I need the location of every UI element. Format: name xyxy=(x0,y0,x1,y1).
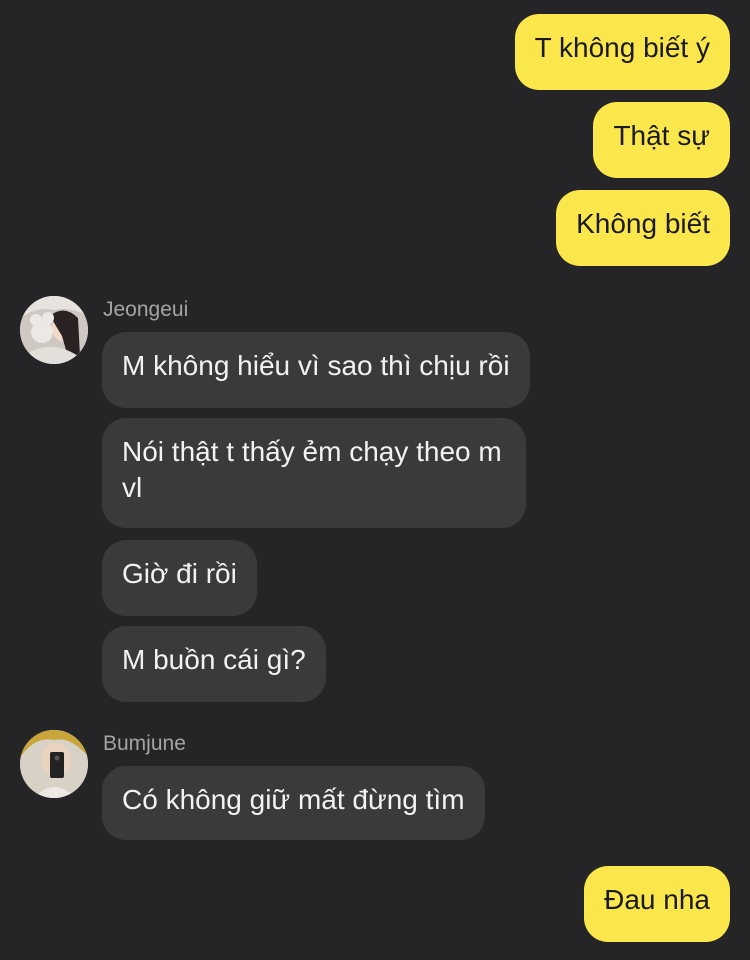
avatar-photo-icon xyxy=(20,730,88,798)
message-text: Nói thật t thấy ẻm chạy theo m vl xyxy=(122,436,502,503)
message-text: Có không giữ mất đừng tìm xyxy=(122,784,465,815)
message-text: Đau nha xyxy=(604,884,710,915)
outgoing-message[interactable]: T không biết ý xyxy=(514,14,730,90)
outgoing-message[interactable]: Đau nha xyxy=(584,866,730,942)
message-text: Thật sự xyxy=(613,120,710,151)
incoming-message[interactable]: M buồn cái gì? xyxy=(102,626,326,702)
avatar-photo-icon xyxy=(20,296,88,364)
incoming-message[interactable]: M không hiểu vì sao thì chịu rồi xyxy=(102,332,530,408)
avatar-bumjune[interactable] xyxy=(20,730,88,798)
chat-thread: T không biết ý Thật sự Không biết Jeonge… xyxy=(0,0,750,960)
incoming-message[interactable]: Giờ đi rồi xyxy=(102,540,257,616)
incoming-message[interactable]: Có không giữ mất đừng tìm xyxy=(102,766,485,840)
outgoing-message[interactable]: Không biết xyxy=(556,190,730,266)
message-text: T không biết ý xyxy=(534,32,710,63)
outgoing-message[interactable]: Thật sự xyxy=(593,102,730,178)
message-text: Không biết xyxy=(576,208,710,239)
message-text: Giờ đi rồi xyxy=(122,558,237,589)
incoming-message[interactable]: Nói thật t thấy ẻm chạy theo m vl xyxy=(102,418,526,528)
sender-name: Jeongeui xyxy=(103,298,189,321)
avatar-jeongeui[interactable] xyxy=(20,296,88,364)
sender-name: Bumjune xyxy=(103,732,186,755)
message-text: M không hiểu vì sao thì chịu rồi xyxy=(122,350,510,381)
message-text: M buồn cái gì? xyxy=(122,644,306,675)
